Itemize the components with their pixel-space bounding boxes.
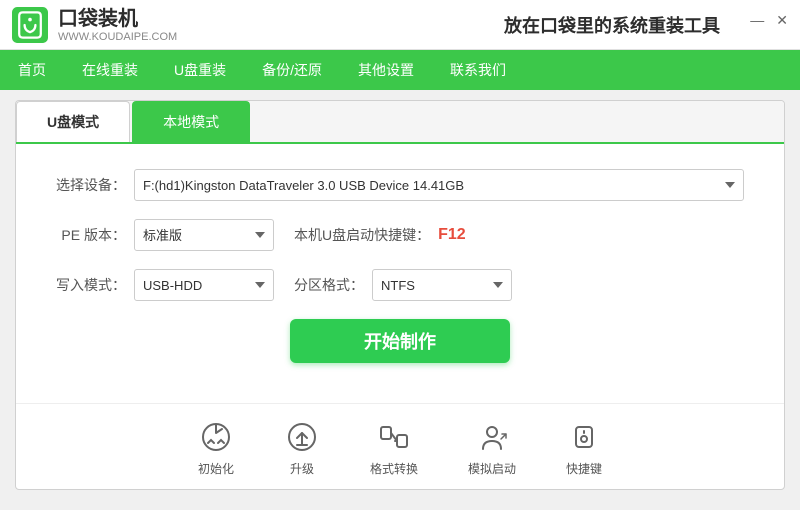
icon-simulate-label: 模拟启动 — [468, 460, 516, 477]
main-content: U盘模式 本地模式 选择设备： F:(hd1)Kingston DataTrav… — [15, 100, 785, 490]
app-url: WWW.KOUDAIPE.COM — [58, 31, 177, 43]
nav-item-settings[interactable]: 其他设置 — [340, 50, 432, 90]
icon-format[interactable]: 格式转换 — [370, 419, 418, 477]
hotkey-value: F12 — [438, 226, 466, 244]
header-tagline: 放在口袋里的系统重装工具 — [504, 12, 720, 38]
simulate-icon — [474, 419, 510, 455]
nav-bar: 首页 在线重装 U盘重装 备份/还原 其他设置 联系我们 — [0, 50, 800, 90]
pe-row: PE 版本： 标准版 本机U盘启动快捷键： F12 — [56, 219, 744, 251]
minimize-button[interactable]: — — [750, 12, 764, 29]
app-name-block: 口袋装机 WWW.KOUDAIPE.COM — [58, 7, 177, 43]
partition-select[interactable]: NTFS — [372, 269, 512, 301]
close-button[interactable]: ✕ — [776, 12, 788, 29]
device-select[interactable]: F:(hd1)Kingston DataTraveler 3.0 USB Dev… — [134, 169, 744, 201]
icon-shortcut-label: 快捷键 — [566, 460, 602, 477]
pe-label: PE 版本： — [56, 225, 126, 245]
icon-simulate[interactable]: 模拟启动 — [468, 419, 516, 477]
upgrade-icon — [284, 419, 320, 455]
tabs: U盘模式 本地模式 — [16, 101, 784, 144]
icon-upgrade[interactable]: 升级 — [284, 419, 320, 477]
nav-item-backup[interactable]: 备份/还原 — [244, 50, 340, 90]
window-controls: — ✕ — [750, 12, 788, 29]
write-row: 写入模式： USB-HDD 分区格式： NTFS — [56, 269, 744, 301]
icon-format-label: 格式转换 — [370, 460, 418, 477]
device-row: 选择设备： F:(hd1)Kingston DataTraveler 3.0 U… — [56, 169, 744, 201]
write-select[interactable]: USB-HDD — [134, 269, 274, 301]
logo-icon — [12, 7, 48, 43]
partition-label: 分区格式： — [294, 275, 364, 295]
device-label: 选择设备： — [56, 175, 126, 195]
nav-item-udisk[interactable]: U盘重装 — [156, 50, 244, 90]
app-title: 口袋装机 — [58, 7, 177, 31]
hotkey-label: 本机U盘启动快捷键： — [294, 225, 430, 245]
title-bar: 口袋装机 WWW.KOUDAIPE.COM 放在口袋里的系统重装工具 — ✕ — [0, 0, 800, 50]
format-icon — [376, 419, 412, 455]
start-button[interactable]: 开始制作 — [290, 319, 510, 363]
form-area: 选择设备： F:(hd1)Kingston DataTraveler 3.0 U… — [16, 144, 784, 388]
tab-local[interactable]: 本地模式 — [132, 101, 250, 142]
nav-item-home[interactable]: 首页 — [0, 50, 64, 90]
write-label: 写入模式： — [56, 275, 126, 295]
shortcut-icon — [566, 419, 602, 455]
nav-item-online[interactable]: 在线重装 — [64, 50, 156, 90]
icon-upgrade-label: 升级 — [290, 460, 314, 477]
nav-item-contact[interactable]: 联系我们 — [432, 50, 524, 90]
icon-shortcut[interactable]: 快捷键 — [566, 419, 602, 477]
init-icon — [198, 419, 234, 455]
icon-init[interactable]: 初始化 — [198, 419, 234, 477]
icon-init-label: 初始化 — [198, 460, 234, 477]
pe-select[interactable]: 标准版 — [134, 219, 274, 251]
bottom-icons: 初始化 升级 格式转换 — [16, 403, 784, 487]
tab-udisk[interactable]: U盘模式 — [16, 101, 130, 142]
